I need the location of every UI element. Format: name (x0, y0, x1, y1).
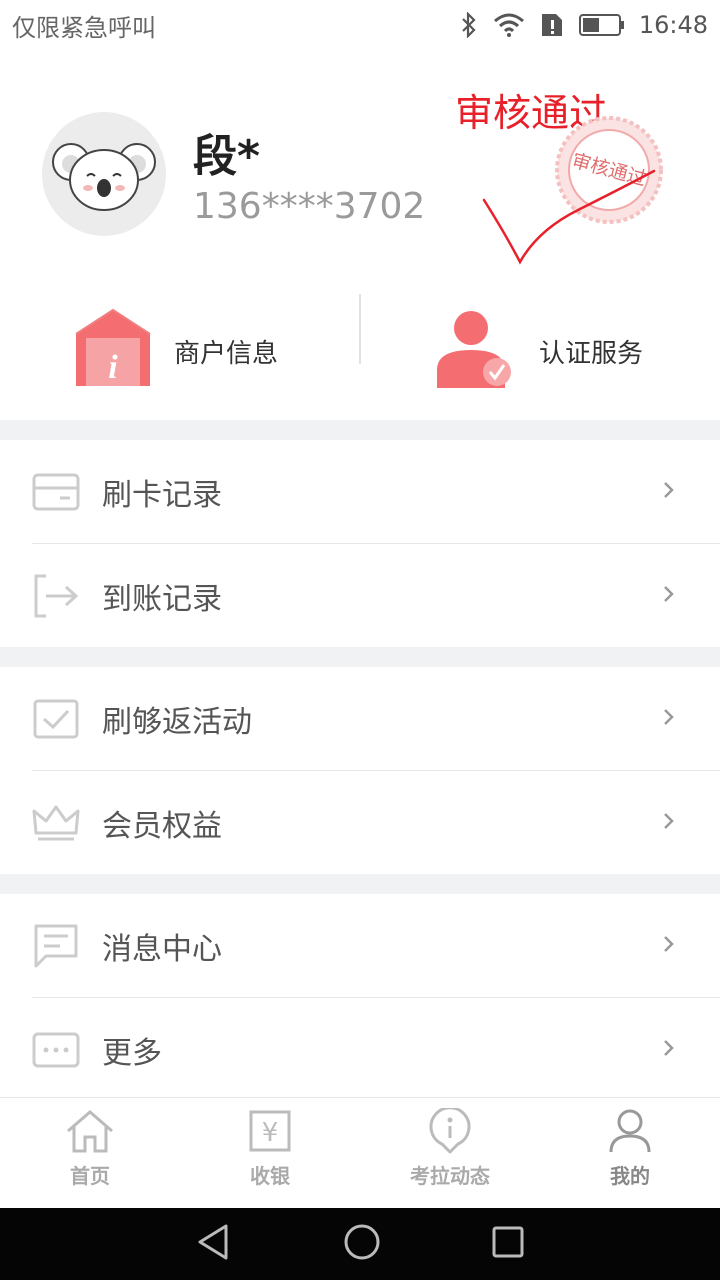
certify-user-icon (435, 308, 515, 394)
status-bar: 仅限紧急呼叫 16:48 (0, 0, 720, 50)
tab-label: 首页 (70, 1164, 110, 1188)
tab-label: 收银 (250, 1164, 290, 1188)
chevron-right-icon (664, 936, 674, 952)
sim-alert-icon (539, 12, 565, 38)
tab-koala-news[interactable]: 考拉动态 (360, 1098, 540, 1208)
bluetooth-icon (459, 12, 479, 38)
section-gap (0, 874, 720, 894)
menu-item-member-benefits[interactable]: 会员权益 (0, 771, 720, 874)
home-icon (64, 1108, 116, 1154)
card-icon (32, 468, 80, 516)
wifi-icon (493, 13, 525, 37)
chevron-right-icon (664, 586, 674, 602)
merchant-info-button[interactable]: i 商户信息 (72, 286, 278, 416)
koala-avatar-icon (52, 143, 156, 211)
recents-square-icon[interactable] (490, 1224, 526, 1264)
tab-label: 我的 (610, 1164, 650, 1188)
handwritten-check-mark (478, 165, 658, 275)
menu-item-label: 刷够返活动 (102, 704, 252, 740)
exit-arrow-icon (32, 572, 80, 620)
battery-icon (578, 13, 625, 37)
menu-item-label: 会员权益 (102, 808, 222, 844)
section-gap (0, 420, 720, 440)
chevron-right-icon (664, 709, 674, 725)
cashier-icon: ¥ (244, 1108, 296, 1154)
tab-home[interactable]: 首页 (0, 1098, 180, 1208)
back-icon[interactable] (194, 1222, 234, 1266)
home-circle-icon[interactable] (342, 1222, 382, 1266)
avatar[interactable] (42, 112, 166, 236)
menu-item-message-center[interactable]: 消息中心 (0, 894, 720, 997)
menu-item-cashback-activity[interactable]: 刷够返活动 (0, 667, 720, 770)
user-icon (604, 1108, 656, 1154)
quick-actions: i 商户信息 认证服务 (0, 286, 720, 416)
menu-item-settlement-records[interactable]: 到账记录 (0, 544, 720, 647)
chevron-right-icon (664, 1040, 674, 1056)
chevron-right-icon (664, 482, 674, 498)
chevron-right-icon (664, 813, 674, 829)
certify-service-label: 认证服务 (539, 338, 644, 369)
system-nav-bar (0, 1208, 720, 1280)
status-icons: 16:48 (459, 11, 708, 39)
profile-header: 段* 136****3702 审核通过 审核通过 i 商户信息 认证服务 (0, 50, 720, 420)
user-phone: 136****3702 (193, 186, 426, 227)
menu-item-label: 消息中心 (102, 931, 222, 967)
menu-item-more[interactable]: 更多 (0, 998, 720, 1101)
section-gap (0, 647, 720, 667)
tab-label: 考拉动态 (410, 1164, 490, 1188)
quick-actions-divider (359, 294, 361, 364)
carrier-text: 仅限紧急呼叫 (12, 13, 156, 42)
certify-service-button[interactable]: 认证服务 (435, 286, 643, 416)
menu-item-label: 更多 (102, 1035, 162, 1071)
menu-item-card-records[interactable]: 刷卡记录 (0, 440, 720, 543)
check-box-icon (32, 695, 80, 743)
info-pin-icon (424, 1108, 476, 1154)
tab-mine[interactable]: 我的 (540, 1098, 720, 1208)
message-icon (32, 922, 80, 970)
more-dots-icon (32, 1026, 80, 1074)
menu-list: 刷卡记录 到账记录 刷够返活动 会员权益 消息中心 更多 (0, 420, 720, 1101)
svg-text:¥: ¥ (262, 1118, 279, 1148)
user-name: 段* (193, 131, 261, 182)
menu-item-label: 刷卡记录 (102, 477, 222, 513)
svg-text:i: i (108, 349, 118, 386)
status-time: 16:48 (638, 11, 708, 39)
tab-cashier[interactable]: ¥ 收银 (180, 1098, 360, 1208)
merchant-info-label: 商户信息 (174, 338, 279, 369)
merchant-info-icon: i (72, 308, 154, 394)
crown-icon (32, 799, 80, 847)
menu-item-label: 到账记录 (102, 581, 222, 617)
bottom-tab-bar: 首页 ¥ 收银 考拉动态 我的 (0, 1097, 720, 1208)
